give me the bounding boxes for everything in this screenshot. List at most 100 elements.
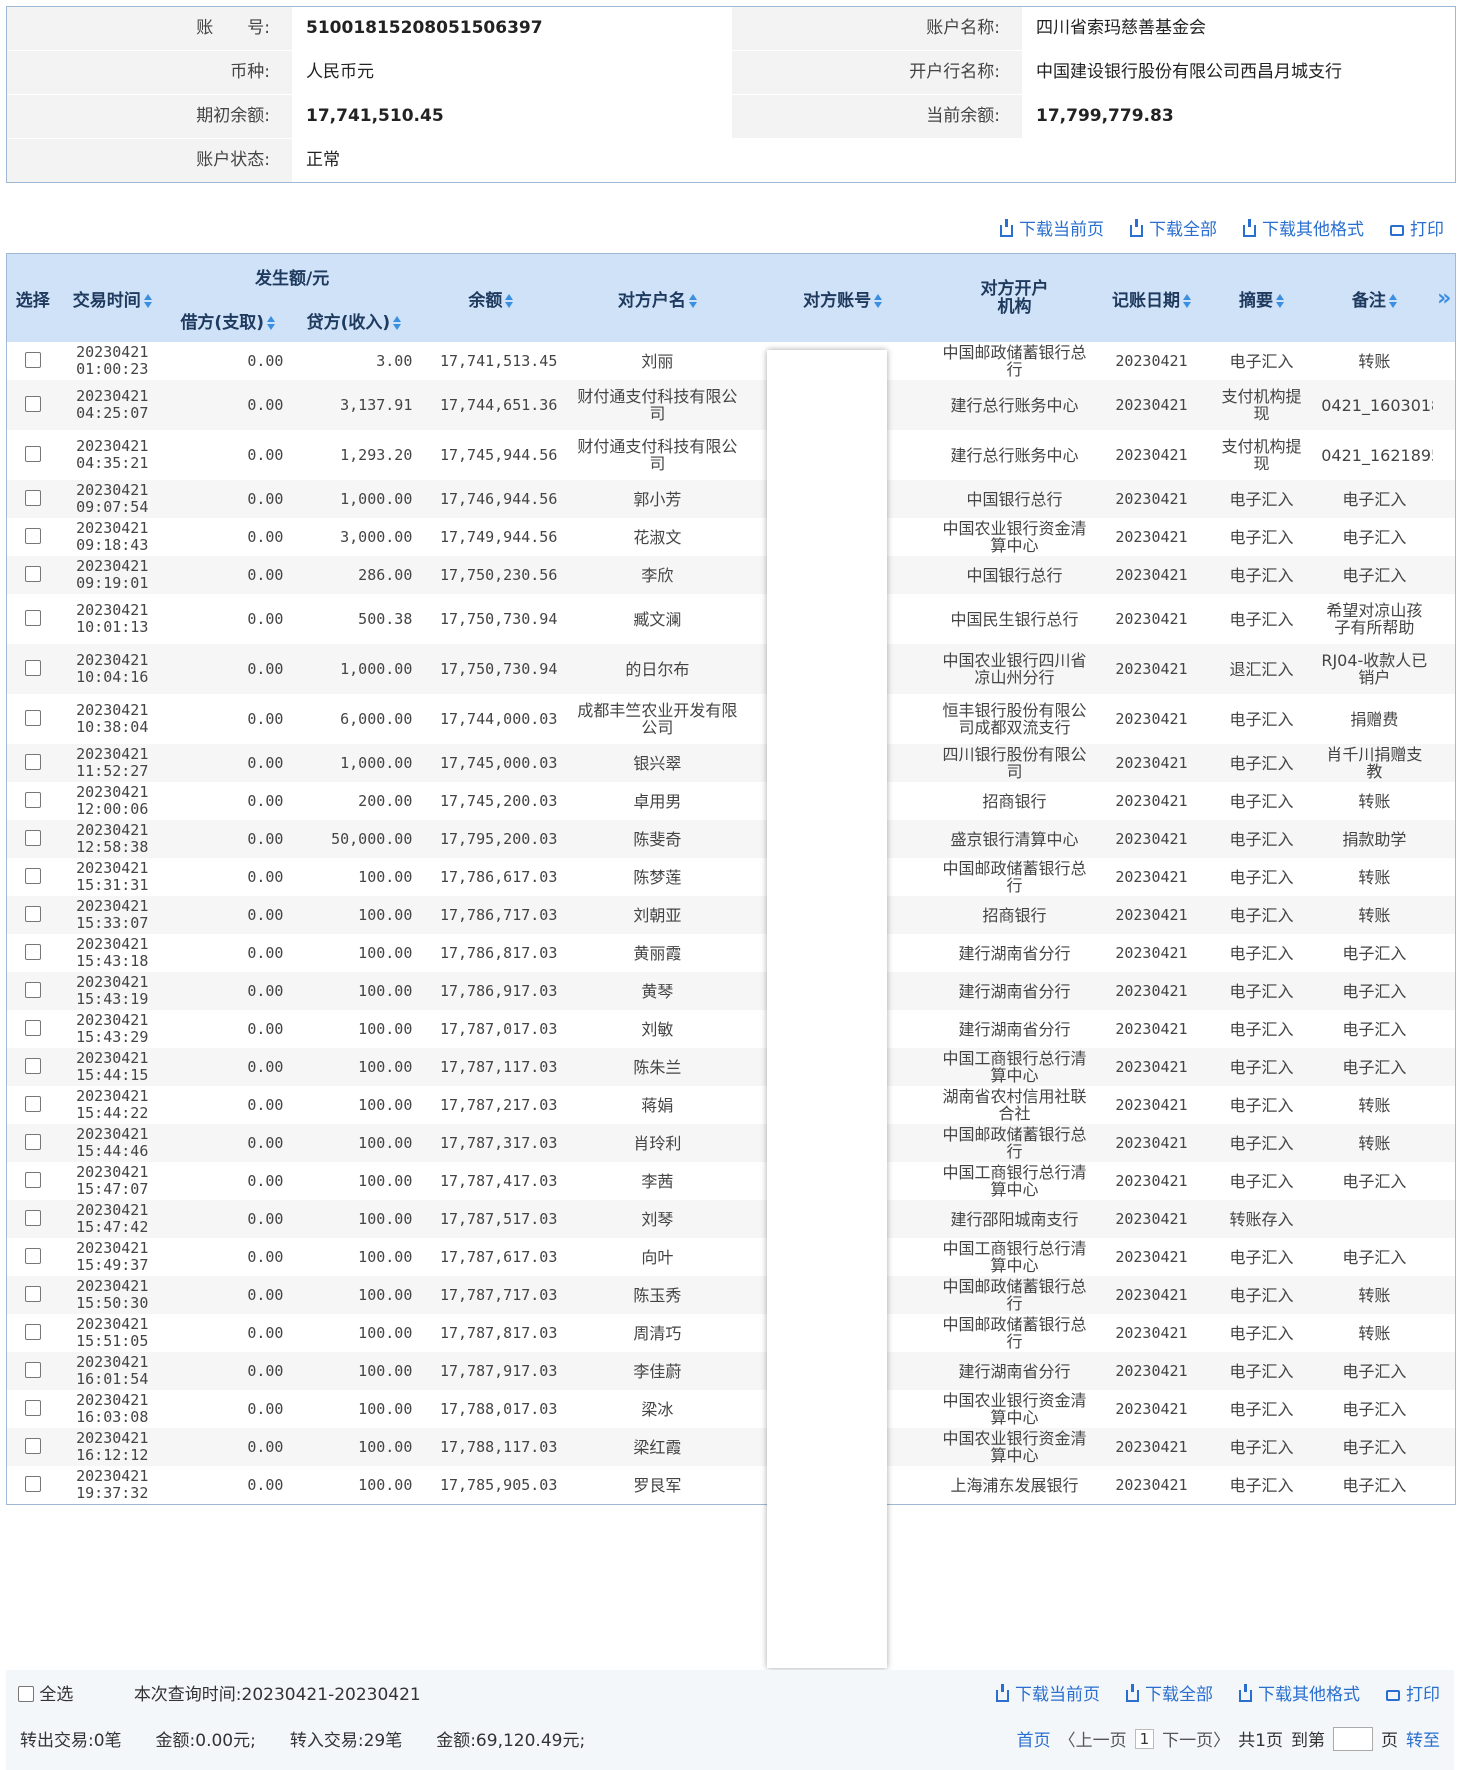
table-row: 20230421 15:33:07 0.00 100.00 17,786,717.03 刘… [7,896,1455,934]
download-all-link[interactable]: 下载全部 [1126,1680,1213,1705]
col-time[interactable]: 交易时间 [58,254,166,342]
current-page[interactable]: 1 [1134,1728,1155,1749]
download-page-link[interactable]: 下载当前页 [1000,215,1104,240]
cell-debit: 0.00 [165,1200,290,1238]
row-checkbox[interactable] [7,694,59,744]
cell-name: 陈玉秀 [563,1276,752,1314]
row-checkbox[interactable] [7,342,59,380]
row-checkbox[interactable] [7,972,59,1010]
cell-org: 中国银行总行 [933,556,1096,594]
row-checkbox[interactable] [7,1162,59,1200]
cell-debit: 0.00 [247,791,284,810]
row-checkbox[interactable] [7,594,59,644]
sort-icon[interactable] [874,293,883,308]
cell-sum: 电子汇入 [1207,480,1316,518]
table-row: 20230421 09:07:54 0.00 1,000.00 17,746,944.5… [7,480,1455,518]
col-cp-name[interactable]: 对方户名 [563,254,752,342]
row-checkbox[interactable] [7,1352,59,1390]
cell-bal: 17,787,217.03 [439,1095,558,1114]
row-checkbox[interactable] [7,1390,59,1428]
row-checkbox[interactable] [7,896,59,934]
col-summary[interactable]: 摘要 [1207,254,1316,342]
row-checkbox[interactable] [7,1086,59,1124]
row-checkbox[interactable] [7,556,59,594]
row-checkbox[interactable] [7,744,59,782]
cell-name: 财付通支付科技有限公司 [563,380,752,430]
row-checkbox[interactable] [7,1314,59,1352]
cell-org: 建行湖南省分行 [958,943,1071,963]
row-checkbox[interactable] [7,518,59,556]
select-all-checkbox[interactable]: 全选 [18,1685,73,1705]
download-all-link[interactable]: 下载全部 [1130,215,1217,240]
expand-columns-icon[interactable]: » [1433,254,1455,342]
col-remark[interactable]: 备注 [1315,254,1434,342]
goto-button[interactable]: 转至 [1406,1726,1440,1751]
cell-debit: 0.00 [165,1428,290,1466]
first-page-link[interactable]: 首页 [1017,1726,1051,1751]
cell-date: 20230421 [1115,1019,1188,1038]
sort-icon[interactable] [1182,293,1191,308]
next-page-link[interactable]: 下一页〉 [1162,1726,1230,1751]
cell-rem: 转账 [1358,867,1391,887]
download-other-format-link[interactable]: 下载其他格式 [1243,215,1364,240]
print-link[interactable]: 打印 [1390,215,1444,240]
row-checkbox[interactable] [7,644,59,694]
cell-name: 刘丽 [641,351,674,371]
col-balance[interactable]: 余额 [418,254,564,342]
cell-time: 20230421 16:03:08 [76,1391,149,1426]
sort-icon[interactable] [1276,293,1285,308]
download-page-link[interactable]: 下载当前页 [996,1680,1100,1705]
cell-name: 刘敏 [641,1019,674,1039]
row-checkbox[interactable] [7,782,59,820]
col-cp-acct[interactable]: 对方账号 [751,254,934,342]
download-icon [1000,219,1013,237]
row-checkbox[interactable] [7,1238,59,1276]
cell-date: 20230421 [1095,972,1208,1010]
row-checkbox[interactable] [7,480,59,518]
cell-name: 周清巧 [633,1323,682,1343]
cell-sum: 支付机构提现 [1221,437,1302,473]
cell-rem: 转账 [1315,1276,1434,1314]
sort-icon[interactable] [1388,293,1397,308]
cell-sum: 电子汇入 [1229,527,1294,547]
cell-time: 20230421 16:12:12 [58,1428,166,1466]
row-checkbox[interactable] [7,430,59,480]
row-checkbox[interactable] [7,1276,59,1314]
row-checkbox[interactable] [7,1048,59,1086]
cell-name: 李欣 [563,556,752,594]
sort-icon[interactable] [393,315,402,330]
cell-org: 湖南省农村信用社联合社 [942,1087,1087,1123]
row-checkbox[interactable] [7,858,59,896]
cell-bal: 17,788,017.03 [439,1399,558,1418]
sort-icon[interactable] [688,293,697,308]
row-checkbox[interactable] [7,1010,59,1048]
cell-name: 郭小芳 [563,480,752,518]
cell-time: 20230421 09:19:01 [58,556,166,594]
row-checkbox[interactable] [7,380,59,430]
cell-date: 20230421 [1095,1428,1208,1466]
row-checkbox[interactable] [7,1466,59,1504]
cell-name: 黄丽霞 [633,943,682,963]
cell-credit: 100.00 [358,1323,413,1342]
row-checkbox[interactable] [7,820,59,858]
prev-page-link[interactable]: 〈上一页 [1059,1726,1127,1751]
download-other-format-link[interactable]: 下载其他格式 [1239,1680,1360,1705]
row-checkbox[interactable] [7,1428,59,1466]
goto-page-input[interactable] [1333,1726,1373,1751]
col-debit[interactable]: 借方(支取) [165,298,290,342]
cell-date: 20230421 [1115,709,1188,728]
cell-name: 蒋娟 [641,1095,674,1115]
row-checkbox[interactable] [7,1124,59,1162]
cell-rem: 电子汇入 [1342,1399,1407,1419]
col-book-date[interactable]: 记账日期 [1095,254,1208,342]
sort-icon[interactable] [266,315,275,330]
cell-bal: 17,786,717.03 [418,896,564,934]
sort-icon[interactable] [505,293,514,308]
cell-time: 20230421 15:50:30 [58,1276,166,1314]
print-link[interactable]: 打印 [1386,1680,1440,1705]
row-checkbox[interactable] [7,934,59,972]
row-checkbox[interactable] [7,1200,59,1238]
sort-icon[interactable] [143,293,152,308]
cell-name: 向叶 [641,1247,674,1267]
col-credit[interactable]: 贷方(收入) [289,298,419,342]
